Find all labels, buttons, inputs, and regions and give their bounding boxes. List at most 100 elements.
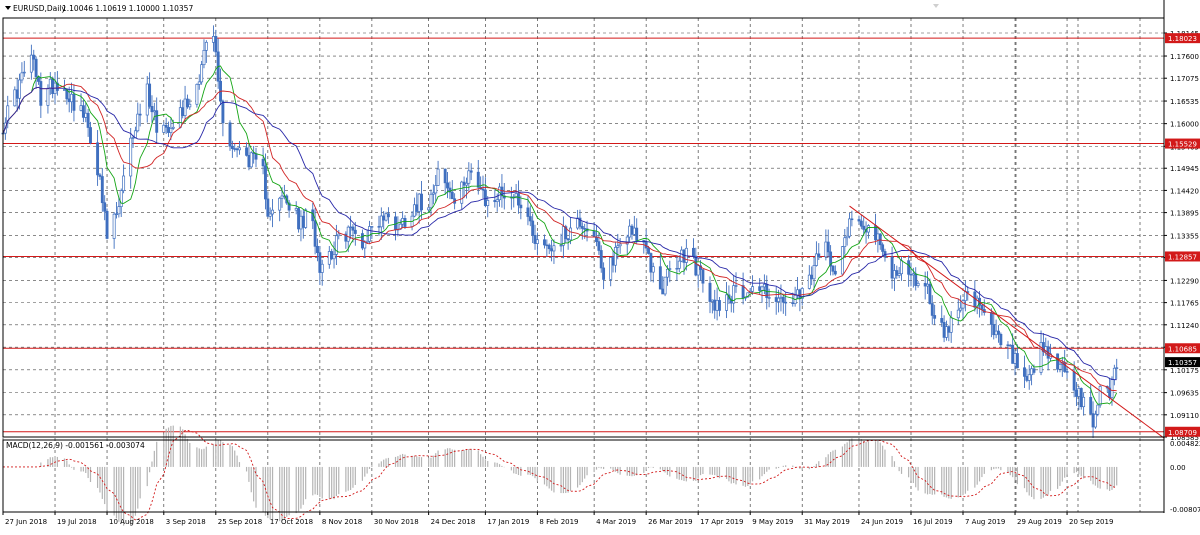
candle-body xyxy=(100,176,104,204)
candle-body xyxy=(876,233,880,241)
candle-body xyxy=(843,237,847,248)
candle-body xyxy=(609,257,613,280)
candle-body xyxy=(29,54,33,73)
candle-body xyxy=(545,244,549,247)
candle-body xyxy=(701,269,705,284)
candle-body xyxy=(826,241,830,253)
x-tick-label: 16 Jul 2019 xyxy=(913,518,953,526)
x-tick-label: 19 Jul 2018 xyxy=(57,518,97,526)
candle-body xyxy=(370,226,374,228)
candle-body xyxy=(13,89,17,107)
price-level-label: 1.15529 xyxy=(1168,141,1197,149)
candle-body xyxy=(278,197,282,211)
candle-body xyxy=(959,307,963,311)
candle-body xyxy=(79,105,83,111)
candle-body xyxy=(592,230,596,238)
candle-body xyxy=(363,242,367,249)
candle-body xyxy=(1115,367,1119,369)
candle-body xyxy=(185,98,189,108)
x-tick-label: 4 Mar 2019 xyxy=(596,518,636,526)
candle-body xyxy=(382,215,386,221)
candle-body xyxy=(162,124,166,133)
candle-body xyxy=(845,235,849,239)
candle-body xyxy=(831,265,835,272)
candle-body xyxy=(543,239,546,246)
candle-body xyxy=(1013,353,1017,364)
candle-body xyxy=(997,330,1000,335)
macd-label: MACD(12,26,9) -0.001561 -0.003074 xyxy=(6,441,145,450)
candle-body xyxy=(675,267,679,270)
candle-body xyxy=(552,245,556,252)
y-tick-label: 1.11765 xyxy=(1170,300,1199,308)
eurusd-daily-chart[interactable]: 1.181451.176001.170751.165351.160001.154… xyxy=(0,0,1200,531)
candle-body xyxy=(377,226,381,228)
candle-body xyxy=(204,41,208,51)
candle-body xyxy=(436,168,440,186)
candle-body xyxy=(580,226,584,229)
candle-body xyxy=(1023,367,1026,377)
candle-body xyxy=(294,208,298,211)
chart-window[interactable]: 1.181451.176001.170751.165351.160001.154… xyxy=(0,0,1200,531)
candle-body xyxy=(152,110,156,113)
candle-body xyxy=(779,296,783,299)
candle-body xyxy=(214,36,218,53)
candle-body xyxy=(519,204,523,209)
macd-y-tick-label: 0.004822 xyxy=(1170,440,1200,448)
candle-body xyxy=(233,148,237,150)
y-tick-label: 1.14945 xyxy=(1170,165,1199,173)
candle-body xyxy=(956,309,960,319)
candle-body xyxy=(774,297,778,302)
y-tick-label: 1.17075 xyxy=(1170,75,1199,83)
y-tick-label: 1.13895 xyxy=(1170,210,1199,218)
x-tick-label: 24 Dec 2018 xyxy=(431,518,476,526)
candle-body xyxy=(96,142,100,176)
candle-body xyxy=(195,83,199,105)
candle xyxy=(663,276,667,297)
candle-body xyxy=(911,273,915,276)
candle-body xyxy=(907,260,911,275)
candle-body xyxy=(1006,344,1010,347)
candle-body xyxy=(807,274,811,289)
candle-body xyxy=(117,206,121,215)
candle-body xyxy=(928,283,932,304)
candle-body xyxy=(332,254,336,260)
candle-body xyxy=(18,79,22,99)
candle-body xyxy=(682,249,686,263)
candle-body xyxy=(602,267,606,280)
candle-body xyxy=(318,252,322,273)
candle-body xyxy=(467,170,471,184)
candle-body xyxy=(1065,371,1069,373)
candle-body xyxy=(1091,413,1095,428)
candle-body xyxy=(680,249,684,262)
candle-body xyxy=(235,148,239,151)
x-tick-label: 26 Mar 2019 xyxy=(648,518,692,526)
candle-body xyxy=(48,78,52,89)
candle-body xyxy=(460,181,464,204)
candle-body xyxy=(268,213,272,217)
x-tick-label: 8 Nov 2018 xyxy=(322,518,362,526)
candle-body xyxy=(696,265,700,276)
y-tick-label: 1.10175 xyxy=(1170,367,1199,375)
candle-body xyxy=(301,215,305,228)
candle xyxy=(1056,353,1060,373)
candle-body xyxy=(145,83,149,116)
candle-body xyxy=(994,330,998,336)
x-tick-label: 17 Jan 2019 xyxy=(487,518,529,526)
candle-body xyxy=(351,226,355,231)
candle-body xyxy=(202,49,206,66)
candle-body xyxy=(895,270,899,276)
candle-body xyxy=(197,81,201,85)
candle-body xyxy=(434,185,438,194)
candle-body xyxy=(368,226,371,242)
candle-body xyxy=(169,127,173,133)
candle-body xyxy=(481,188,485,191)
candle-body xyxy=(22,71,26,74)
candle-body xyxy=(817,253,821,258)
candle-body xyxy=(658,266,662,290)
candle-body xyxy=(394,216,397,230)
candle xyxy=(195,83,199,108)
candle-body xyxy=(115,213,118,215)
candle-body xyxy=(526,207,530,217)
candle-body xyxy=(890,256,894,279)
candle-body xyxy=(431,192,435,195)
